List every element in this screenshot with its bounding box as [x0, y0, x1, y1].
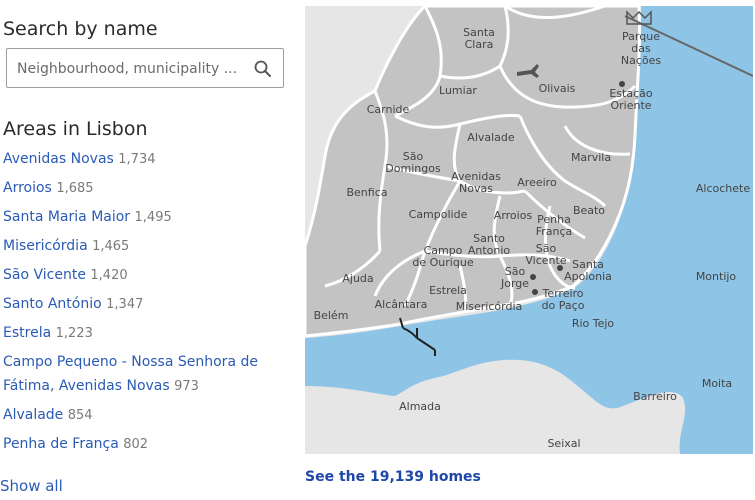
area-link[interactable]: Avenidas Novas: [3, 151, 114, 167]
areas-title: Areas in Lisbon: [3, 118, 148, 140]
area-link[interactable]: Alvalade: [3, 407, 63, 423]
map-label: Benfica: [346, 186, 387, 199]
area-count: 1,223: [55, 326, 93, 341]
search-title: Search by name: [3, 18, 158, 40]
area-item: Misericórdia 1,465: [3, 234, 285, 259]
area-link[interactable]: Santa Maria Maior: [3, 209, 130, 225]
map-label: Campolide: [409, 208, 468, 221]
area-item: Avenidas Novas 1,734: [3, 147, 285, 172]
area-item: Alvalade 854: [3, 403, 285, 428]
search-icon[interactable]: [253, 59, 273, 79]
station-terreiro-paco-dot: [532, 289, 538, 295]
map-label: Penha França: [536, 213, 573, 238]
area-count: 973: [174, 379, 199, 394]
area-count: 1,734: [118, 152, 156, 167]
area-item: Campo Pequeno - Nossa Senhora de Fátima,…: [3, 350, 285, 399]
map-label: Lumiar: [439, 84, 477, 97]
map-label: Olivais: [539, 82, 576, 95]
map-label: Alcântara: [375, 298, 428, 311]
search-input[interactable]: [17, 58, 245, 80]
area-item: Santo António 1,347: [3, 292, 285, 317]
area-item: Santa Maria Maior 1,495: [3, 205, 285, 230]
lisbon-map[interactable]: Santa Clara Parque das Nações Lumiar Olivai…: [305, 6, 753, 454]
station-sao-jorge-dot: [530, 274, 536, 280]
search-box[interactable]: [6, 48, 284, 88]
map-label: Misericórdia: [456, 300, 523, 313]
map-canvas[interactable]: Santa Clara Parque das Nações Lumiar Olivai…: [305, 6, 753, 454]
map-label: Ajuda: [342, 272, 373, 285]
area-count: 1,465: [92, 239, 130, 254]
area-link[interactable]: Campo Pequeno - Nossa Senhora de Fátima,…: [3, 354, 258, 394]
area-count: 1,685: [56, 181, 94, 196]
map-label: Beato: [573, 204, 605, 217]
map-label: Moita: [702, 377, 732, 390]
map-label: Areeiro: [517, 176, 557, 189]
area-item: Penha de França 802: [3, 432, 285, 457]
area-link[interactable]: Santo António: [3, 296, 102, 312]
see-homes-link[interactable]: See the 19,139 homes: [305, 469, 481, 485]
area-count: 1,347: [106, 297, 144, 312]
map-label: São Jorge: [500, 265, 529, 290]
map-label: Carnide: [367, 103, 410, 116]
map-label: Almada: [399, 400, 441, 413]
map-label: Alvalade: [467, 131, 515, 144]
areas-list: Avenidas Novas 1,734 Arroios 1,685 Santa…: [3, 147, 285, 461]
area-link[interactable]: Misericórdia: [3, 238, 88, 254]
area-count: 802: [123, 437, 149, 452]
area-count: 1,495: [134, 210, 172, 225]
area-link[interactable]: Arroios: [3, 180, 52, 196]
map-label: Terreiro do Paço: [541, 287, 584, 312]
map-label: Barreiro: [633, 390, 677, 403]
area-item: Estrela 1,223: [3, 321, 285, 346]
area-link[interactable]: São Vicente: [3, 267, 86, 283]
area-link[interactable]: Estrela: [3, 325, 51, 341]
area-count: 1,420: [90, 268, 128, 283]
show-all-link[interactable]: Show all: [0, 477, 63, 495]
area-count: 854: [67, 408, 93, 423]
area-item: São Vicente 1,420: [3, 263, 285, 288]
map-label: Belém: [314, 309, 349, 322]
map-label: Alcochete: [696, 182, 750, 195]
map-label: Seixal: [547, 437, 580, 450]
map-label: Arroios: [494, 209, 533, 222]
map-label: Santo Antonio: [468, 232, 511, 257]
map-label: Montijo: [696, 270, 737, 283]
area-link[interactable]: Penha de França: [3, 436, 119, 452]
map-label: Rio Tejo: [572, 317, 615, 330]
map-label: Santa Clara: [463, 26, 495, 51]
area-item: Arroios 1,685: [3, 176, 285, 201]
map-label: Estação Oriente: [609, 87, 653, 112]
map-label: Estrela: [429, 284, 467, 297]
map-label: Marvila: [571, 151, 611, 164]
